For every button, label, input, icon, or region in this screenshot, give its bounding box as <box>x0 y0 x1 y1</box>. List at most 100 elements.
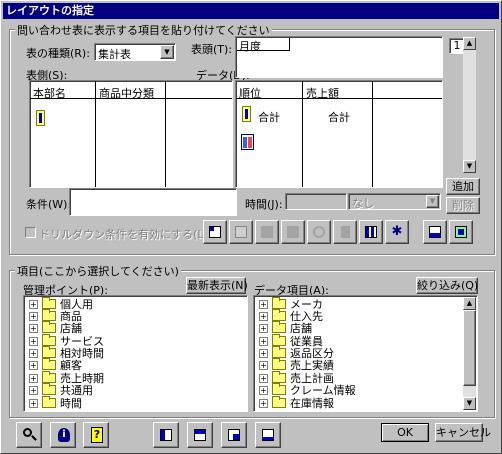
paste-to-condition-icon[interactable] <box>255 422 281 448</box>
folder-icon <box>272 383 286 395</box>
link-icon[interactable] <box>307 220 331 244</box>
condition-input[interactable] <box>69 188 237 216</box>
scroll-thumb[interactable] <box>463 310 476 386</box>
data-area[interactable]: 順位 売上額 合計 合計 <box>235 80 443 188</box>
chevron-down-icon[interactable]: ▼ <box>426 195 439 208</box>
filter-button[interactable]: 絞り込み(Q) <box>416 277 478 294</box>
expand-plus-icon[interactable]: + <box>29 349 38 358</box>
folder-icon <box>42 321 56 333</box>
move-up-icon[interactable] <box>255 220 279 244</box>
expand-plus-icon[interactable]: + <box>29 399 38 408</box>
edit-icon[interactable] <box>229 220 253 244</box>
expand-plus-icon[interactable]: + <box>259 337 268 346</box>
cancel-button[interactable]: キャンセル <box>435 423 491 442</box>
expand-plus-icon[interactable]: + <box>259 312 268 321</box>
page-number: 1 <box>453 39 461 52</box>
add-button[interactable]: 追加 <box>446 178 480 195</box>
folder-icon <box>272 396 286 408</box>
expand-plus-icon[interactable]: + <box>29 374 38 383</box>
folder-icon <box>42 396 56 408</box>
head-field-cell[interactable]: 月度 <box>237 38 290 53</box>
folder-icon <box>42 346 56 358</box>
folder-icon <box>42 358 56 370</box>
paste-to-head-icon[interactable] <box>187 422 213 448</box>
search-icon[interactable] <box>16 422 42 448</box>
total-left-text: 合計 <box>258 111 280 124</box>
delete-button[interactable]: 削除 <box>446 197 480 214</box>
mgmt-tree-list: + 個人用 + 商品 + 店舗 + サービス + 相対時間 + 顧客 + 売上時期 + 共通用 … <box>29 297 104 410</box>
expand-plus-icon[interactable]: + <box>29 337 38 346</box>
data-tree-list: + メーカ + 仕入先 + 店舗 + 従業員 + 返品区分 + 売上実績 + 売上計画 + クレ… <box>259 297 356 410</box>
mgmt-points-tree[interactable]: + 個人用 + 商品 + 店舗 + サービス + 相対時間 + 顧客 + 売上時期 + 共通用 … <box>23 295 248 412</box>
table-type-value: 集計表 <box>98 48 131 61</box>
expand-plus-icon[interactable]: + <box>29 361 38 370</box>
info-icon[interactable]: i <box>50 422 76 448</box>
move-down-icon[interactable] <box>281 220 305 244</box>
folder-icon <box>272 321 286 333</box>
expand-plus-icon[interactable]: + <box>259 399 268 408</box>
table-type-select[interactable]: 集計表 ▼ <box>94 43 176 61</box>
table-side-area[interactable]: 本部名 商品中分類 <box>29 80 233 188</box>
total-icon <box>242 106 251 122</box>
expand-icon[interactable]: ✱ <box>385 220 409 244</box>
expand-plus-icon[interactable]: + <box>259 349 268 358</box>
grid-icon[interactable] <box>359 220 383 244</box>
help-icon[interactable]: ? <box>83 422 109 448</box>
side-col-header-1: 本部名 <box>33 87 66 100</box>
scroll-up-icon[interactable]: ▲ <box>463 297 476 310</box>
folder-icon <box>272 346 286 358</box>
window-title: レイアウトの指定 <box>3 3 499 19</box>
folder-icon <box>42 334 56 346</box>
folder-icon <box>42 371 56 383</box>
folder-icon <box>272 309 286 321</box>
expand-plus-icon[interactable]: + <box>29 324 38 333</box>
refresh-button[interactable]: 最新表示(N) <box>186 277 248 294</box>
table-head-label: 表頭(T): <box>191 43 233 56</box>
condition-label: 条件(W): <box>26 198 72 211</box>
expand-plus-icon[interactable]: + <box>259 300 268 309</box>
paste-items-legend: 問い合わせ表に表示する項目を貼り付けてください <box>15 22 272 38</box>
folder-icon <box>272 371 286 383</box>
data-items-scrollbar[interactable]: ▲ ▼ <box>463 297 476 410</box>
ok-button[interactable]: OK <box>381 423 429 442</box>
select-items-legend: 項目(ここから選択してください) <box>15 263 181 279</box>
chart-icon[interactable] <box>423 220 447 244</box>
folder-icon <box>42 383 56 395</box>
folder-icon <box>42 297 56 309</box>
time-select-value: なし <box>352 197 374 210</box>
folder-icon <box>272 334 286 346</box>
head-field-text: 月度 <box>239 40 261 53</box>
chevron-down-icon[interactable]: ▼ <box>160 45 174 59</box>
data-col-header-1: 順位 <box>239 87 261 100</box>
data-items-tree[interactable]: + メーカ + 仕入先 + 店舗 + 従業員 + 返品区分 + 売上実績 + 売上計画 + クレ… <box>253 295 478 412</box>
table-head-area[interactable]: 月度 <box>235 36 443 78</box>
ranking-order-icon <box>241 134 254 150</box>
scroll-up-icon[interactable]: ▲ <box>463 37 476 50</box>
table-chart-icon[interactable] <box>449 220 473 244</box>
time-select[interactable]: なし ▼ <box>348 193 441 210</box>
time-label: 時間(J): <box>245 198 283 211</box>
layout-table-icon[interactable] <box>203 220 227 244</box>
total-right-text: 合計 <box>328 111 350 124</box>
time-input[interactable] <box>285 193 347 210</box>
scroll-down-icon[interactable]: ▼ <box>463 397 476 410</box>
folder-icon <box>42 309 56 321</box>
drilldown-label: ドリルダウン条件を有効にする(L) <box>39 228 208 241</box>
scroll-down-icon[interactable]: ▼ <box>463 160 476 173</box>
paste-to-data-icon[interactable] <box>221 422 247 448</box>
data-col-header-2: 売上額 <box>306 87 339 100</box>
trash-icon[interactable] <box>333 220 357 244</box>
side-col-header-2: 商品中分類 <box>99 87 154 100</box>
expand-plus-icon[interactable]: + <box>29 300 38 309</box>
drilldown-checkbox[interactable] <box>25 227 36 238</box>
expand-plus-icon[interactable]: + <box>29 312 38 321</box>
expand-plus-icon[interactable]: + <box>259 386 268 395</box>
expand-plus-icon[interactable]: + <box>259 361 268 370</box>
paste-to-side-icon[interactable] <box>153 422 179 448</box>
folder-icon <box>272 358 286 370</box>
ranking-icon <box>36 110 45 126</box>
expand-plus-icon[interactable]: + <box>29 386 38 395</box>
page-scrollbar[interactable]: ▲ ▼ <box>463 37 476 173</box>
expand-plus-icon[interactable]: + <box>259 324 268 333</box>
expand-plus-icon[interactable]: + <box>259 374 268 383</box>
